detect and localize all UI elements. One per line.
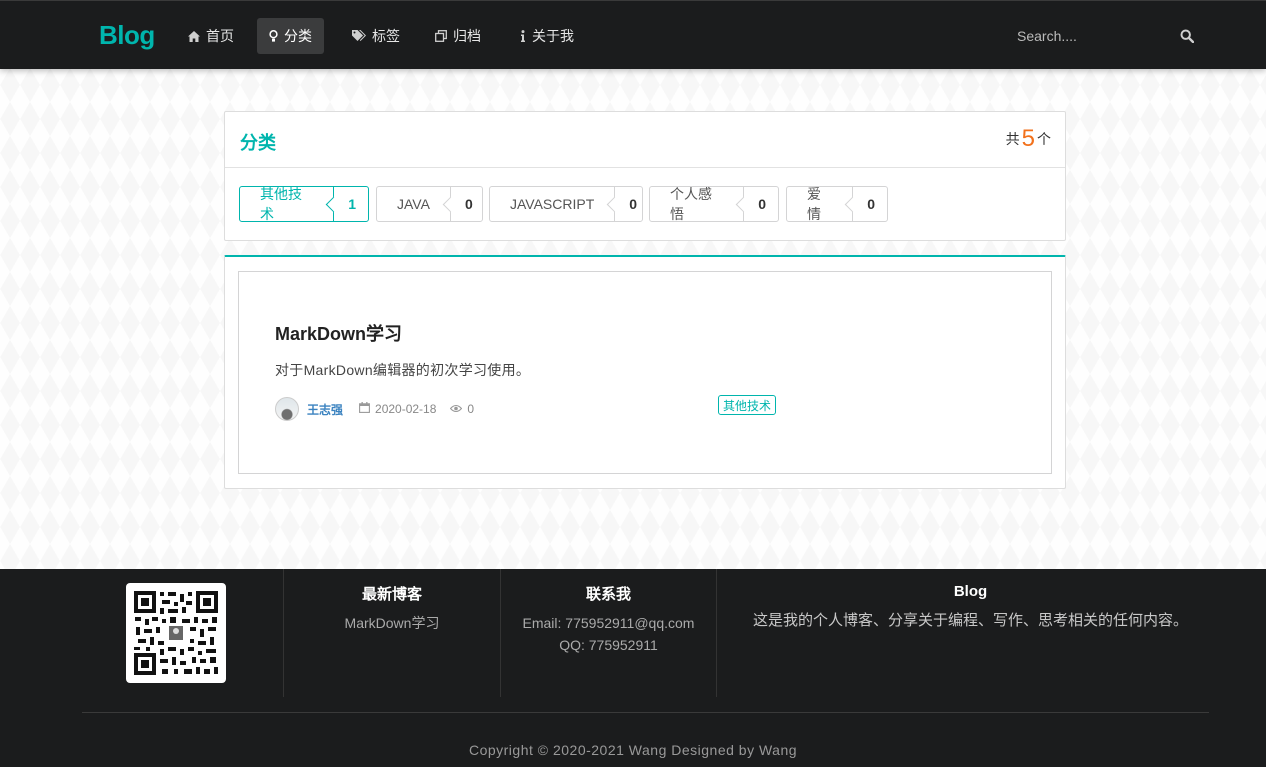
nav-item-categories[interactable]: 分类	[257, 18, 324, 54]
nav-item-tags[interactable]: 标签	[340, 18, 412, 54]
top-navbar: Blog 首页 分类 标签 归档 关于我	[0, 0, 1266, 69]
nav-item-about[interactable]: 关于我	[508, 18, 586, 54]
category-label-love[interactable]: 爱情 0	[786, 186, 888, 222]
count-suffix: 个	[1037, 131, 1051, 147]
idea-icon	[269, 30, 278, 42]
footer-contact-email: Email: 775952911@qq.com	[522, 615, 695, 631]
post-views-count: 0	[467, 402, 475, 416]
post-title-link[interactable]: MarkDown学习	[275, 320, 402, 346]
footer-contact: 联系我 Email: 775952911@qq.com QQ: 77595291…	[500, 569, 716, 697]
category-label-count: 0	[449, 187, 485, 221]
category-label-other-tech[interactable]: 其他技术 1	[239, 186, 369, 222]
search-icon[interactable]	[1180, 29, 1196, 45]
category-label-name: JAVASCRIPT	[510, 196, 595, 212]
footer-latest-posts: 最新博客 MarkDown学习	[283, 569, 500, 697]
brand-logo[interactable]: Blog	[99, 20, 155, 51]
post-date-text: 2020-02-18	[375, 402, 437, 416]
nav-item-label: 分类	[284, 28, 312, 44]
category-label-name: 爱情	[807, 186, 821, 222]
search-input[interactable]	[1008, 23, 1178, 49]
category-header: 分类 共5 个	[225, 112, 1065, 168]
category-label-name: 个人感悟	[670, 186, 712, 222]
eye-icon	[450, 402, 463, 416]
home-icon	[188, 30, 200, 42]
author-name[interactable]: 王志强	[307, 401, 343, 418]
post-views: 0	[450, 402, 474, 416]
category-total: 共5 个	[1006, 125, 1051, 153]
footer-about: Blog 这是我的个人博客、分享关于编程、写作、思考相关的任何内容。	[716, 569, 1224, 697]
footer-about-text: 这是我的个人博客、分享关于编程、写作、思考相关的任何内容。	[752, 612, 1188, 629]
category-label-java[interactable]: JAVA 0	[376, 186, 483, 222]
footer-copyright: Copyright © 2020-2021 Wang Designed by W…	[468, 742, 798, 758]
category-label-name: 其他技术	[260, 186, 302, 222]
nav-item-label: 标签	[372, 28, 400, 44]
footer-about-title: Blog	[953, 583, 988, 600]
post-meta: 王志强 2020-02-18 0	[275, 397, 474, 421]
post-description: 对于MarkDown编辑器的初次学习使用。	[275, 362, 531, 378]
category-label-count: 0	[852, 187, 887, 221]
calendar-icon	[359, 402, 370, 416]
qr-code-image	[126, 583, 226, 683]
category-label-count: 0	[614, 187, 649, 221]
category-label-count: 1	[333, 187, 368, 221]
category-card: 分类 共5 个 其他技术 1 JAVA 0 JAVASCRIPT 0 个人感悟 0…	[224, 111, 1066, 241]
tags-icon	[352, 30, 366, 42]
footer-divider	[82, 712, 1209, 713]
category-label-name: JAVA	[397, 196, 430, 212]
category-label-javascript[interactable]: JAVASCRIPT 0	[489, 186, 643, 222]
nav-item-label: 首页	[206, 28, 234, 44]
author-avatar	[275, 397, 299, 421]
post-list: MarkDown学习 对于MarkDown编辑器的初次学习使用。 王志强 202…	[224, 255, 1066, 489]
post-item: MarkDown学习 对于MarkDown编辑器的初次学习使用。 王志强 202…	[238, 271, 1052, 474]
nav-item-label: 归档	[453, 28, 481, 44]
footer-contact-title: 联系我	[585, 586, 631, 603]
nav-item-label: 关于我	[532, 28, 574, 44]
category-label-thoughts[interactable]: 个人感悟 0	[649, 186, 779, 222]
footer: 最新博客 MarkDown学习 联系我 Email: 775952911@qq.…	[0, 569, 1266, 767]
category-label-count: 0	[743, 187, 778, 221]
clone-icon	[435, 30, 447, 42]
post-date: 2020-02-18	[359, 402, 436, 416]
nav-item-home[interactable]: 首页	[176, 18, 246, 54]
nav-item-archive[interactable]: 归档	[423, 18, 493, 54]
post-category-tag[interactable]: 其他技术	[718, 395, 777, 415]
count-number: 5	[1021, 125, 1035, 152]
count-prefix: 共	[1005, 131, 1020, 147]
footer-contact-qq: QQ: 775952911	[559, 637, 658, 653]
info-icon	[520, 30, 526, 42]
footer-latest-link[interactable]: MarkDown学习	[284, 612, 500, 634]
footer-latest-title: 最新博客	[361, 586, 422, 603]
category-title: 分类	[240, 133, 276, 153]
